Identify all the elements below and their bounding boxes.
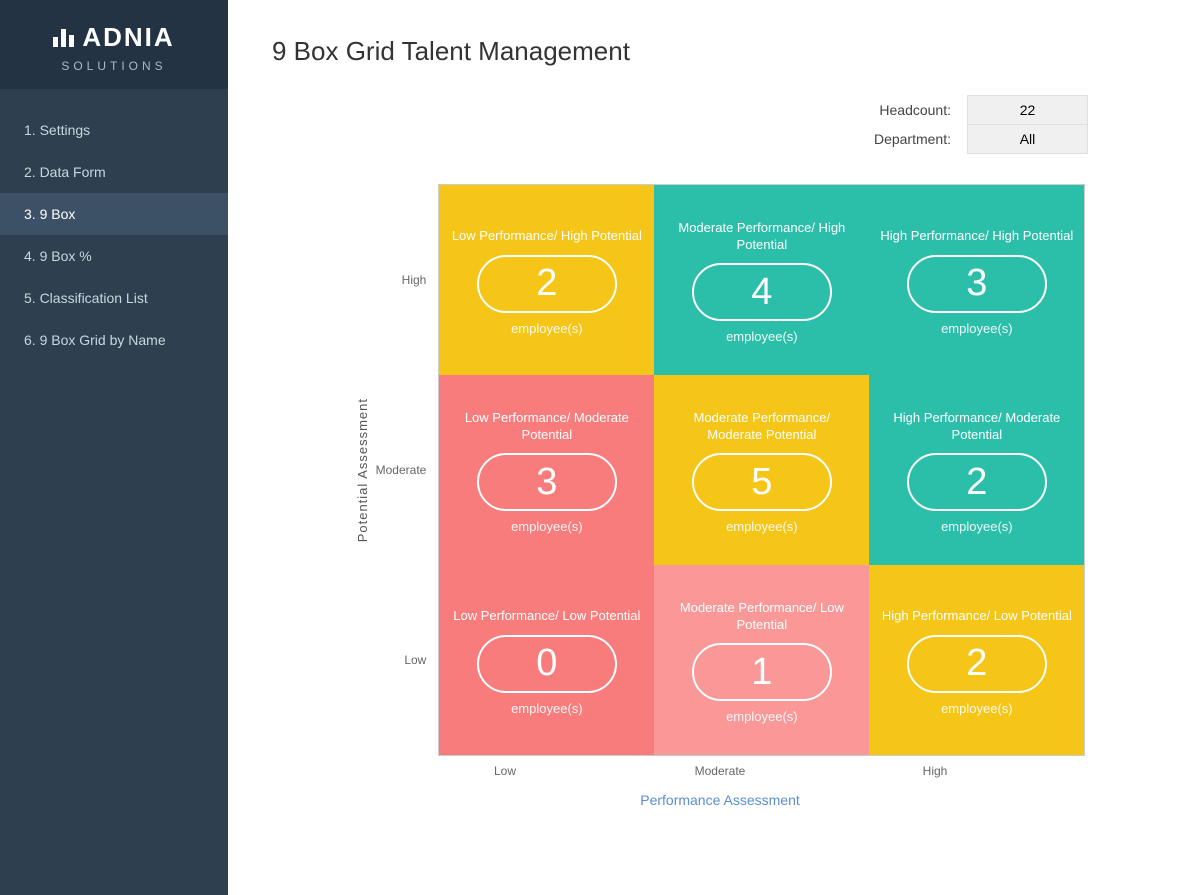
box-pill-r1-c3: 3 bbox=[907, 255, 1047, 313]
grid-with-axes: Potential Assessment High Moderate Low L… bbox=[355, 184, 1086, 756]
box-count-r1-c2: 4 bbox=[751, 271, 772, 314]
sidebar-item-9box-name[interactable]: 6. 9 Box Grid by Name bbox=[0, 319, 228, 361]
box-title-r1-c3: High Performance/ High Potential bbox=[880, 228, 1073, 245]
x-axis-label: Performance Assessment bbox=[640, 792, 800, 808]
box-employees-r2-c3: employee(s) bbox=[941, 519, 1013, 534]
stats-table: Headcount: 22 Department: All bbox=[858, 95, 1088, 154]
box-count-r2-c1: 3 bbox=[536, 461, 557, 504]
department-value: All bbox=[968, 125, 1088, 154]
box-r1-c1[interactable]: Low Performance/ High Potential 2 employee… bbox=[439, 185, 654, 375]
sidebar-item-9box-pct[interactable]: 4. 9 Box % bbox=[0, 235, 228, 277]
box-employees-r1-c3: employee(s) bbox=[941, 321, 1013, 336]
box-r1-c2[interactable]: Moderate Performance/ High Potential 4 emp… bbox=[654, 185, 869, 375]
box-count-r3-c2: 1 bbox=[751, 651, 772, 694]
headcount-value: 22 bbox=[968, 96, 1088, 125]
logo-bar-1 bbox=[53, 37, 58, 47]
y-axis-label: Potential Assessment bbox=[355, 398, 370, 542]
box-count-r3-c3: 2 bbox=[966, 642, 987, 685]
box-title-r3-c1: Low Performance/ Low Potential bbox=[453, 608, 640, 625]
box-pill-r3-c3: 2 bbox=[907, 635, 1047, 693]
x-tick-moderate: Moderate bbox=[613, 764, 828, 778]
box-r3-c3[interactable]: High Performance/ Low Potential 2 employee… bbox=[869, 565, 1084, 755]
box-title-r2-c3: High Performance/ Moderate Potential bbox=[879, 410, 1074, 444]
box-r3-c1[interactable]: Low Performance/ Low Potential 0 employee(… bbox=[439, 565, 654, 755]
x-tick-labels: Low Moderate High bbox=[398, 764, 1043, 778]
nine-box-grid: Low Performance/ High Potential 2 employee… bbox=[438, 184, 1085, 756]
sidebar-item-9box[interactable]: 3. 9 Box bbox=[0, 193, 228, 235]
sidebar-item-data-form[interactable]: 2. Data Form bbox=[0, 151, 228, 193]
box-count-r1-c1: 2 bbox=[536, 262, 557, 305]
sidebar-item-classification-list[interactable]: 5. Classification List bbox=[0, 277, 228, 319]
box-count-r1-c3: 3 bbox=[966, 262, 987, 305]
box-r2-c2[interactable]: Moderate Performance/ Moderate Potential… bbox=[654, 375, 869, 565]
logo-name: ADNIA bbox=[82, 22, 174, 53]
logo-area: ADNIA SOLUTIONS bbox=[0, 0, 228, 89]
box-count-r2-c3: 2 bbox=[966, 461, 987, 504]
box-r2-c1[interactable]: Low Performance/ Moderate Potential 3 empl… bbox=[439, 375, 654, 565]
x-tick-low: Low bbox=[398, 764, 613, 778]
box-employees-r2-c2: employee(s) bbox=[726, 519, 798, 534]
box-pill-r2-c1: 3 bbox=[477, 453, 617, 511]
box-r3-c2[interactable]: Moderate Performance/ Low Potential 1 empl… bbox=[654, 565, 869, 755]
logo-bar-2 bbox=[61, 29, 66, 47]
logo-icon: ADNIA bbox=[53, 22, 174, 53]
box-pill-r3-c1: 0 bbox=[477, 635, 617, 693]
box-title-r1-c2: Moderate Performance/ High Potential bbox=[664, 220, 859, 254]
box-title-r2-c1: Low Performance/ Moderate Potential bbox=[449, 410, 644, 444]
y-tick-labels: High Moderate Low bbox=[376, 185, 431, 755]
y-tick-moderate: Moderate bbox=[376, 375, 431, 565]
box-employees-r1-c1: employee(s) bbox=[511, 321, 583, 336]
box-pill-r3-c2: 1 bbox=[692, 643, 832, 701]
box-count-r2-c2: 5 bbox=[751, 461, 772, 504]
page-title: 9 Box Grid Talent Management bbox=[272, 36, 1148, 67]
headcount-label: Headcount: bbox=[858, 96, 968, 125]
box-employees-r3-c1: employee(s) bbox=[511, 701, 583, 716]
box-pill-r1-c1: 2 bbox=[477, 255, 617, 313]
box-title-r3-c3: High Performance/ Low Potential bbox=[882, 608, 1072, 625]
box-count-r3-c1: 0 bbox=[536, 642, 557, 685]
box-title-r2-c2: Moderate Performance/ Moderate Potential bbox=[664, 410, 859, 444]
main-content: 9 Box Grid Talent Management Headcount: … bbox=[228, 0, 1188, 895]
grid-wrapper: Potential Assessment High Moderate Low L… bbox=[292, 184, 1148, 808]
box-title-r1-c1: Low Performance/ High Potential bbox=[452, 228, 642, 245]
box-r2-c3[interactable]: High Performance/ Moderate Potential 2 emp… bbox=[869, 375, 1084, 565]
box-pill-r2-c3: 2 bbox=[907, 453, 1047, 511]
box-r1-c3[interactable]: High Performance/ High Potential 3 employe… bbox=[869, 185, 1084, 375]
logo-bar-3 bbox=[69, 35, 74, 47]
y-tick-low: Low bbox=[376, 565, 431, 755]
y-tick-high: High bbox=[376, 185, 431, 375]
sidebar-item-settings[interactable]: 1. Settings bbox=[0, 109, 228, 151]
box-employees-r1-c2: employee(s) bbox=[726, 329, 798, 344]
box-pill-r1-c2: 4 bbox=[692, 263, 832, 321]
y-axis-label-outer: Potential Assessment bbox=[355, 185, 370, 755]
box-pill-r2-c2: 5 bbox=[692, 453, 832, 511]
sidebar: ADNIA SOLUTIONS 1. Settings 2. Data Form… bbox=[0, 0, 228, 895]
box-employees-r2-c1: employee(s) bbox=[511, 519, 583, 534]
department-label: Department: bbox=[858, 125, 968, 154]
box-title-r3-c2: Moderate Performance/ Low Potential bbox=[664, 600, 859, 634]
x-tick-high: High bbox=[828, 764, 1043, 778]
box-employees-r3-c2: employee(s) bbox=[726, 709, 798, 724]
logo-subtitle: SOLUTIONS bbox=[61, 59, 166, 73]
logo-bars bbox=[53, 29, 74, 47]
sidebar-nav: 1. Settings 2. Data Form 3. 9 Box 4. 9 B… bbox=[0, 109, 228, 361]
box-employees-r3-c3: employee(s) bbox=[941, 701, 1013, 716]
